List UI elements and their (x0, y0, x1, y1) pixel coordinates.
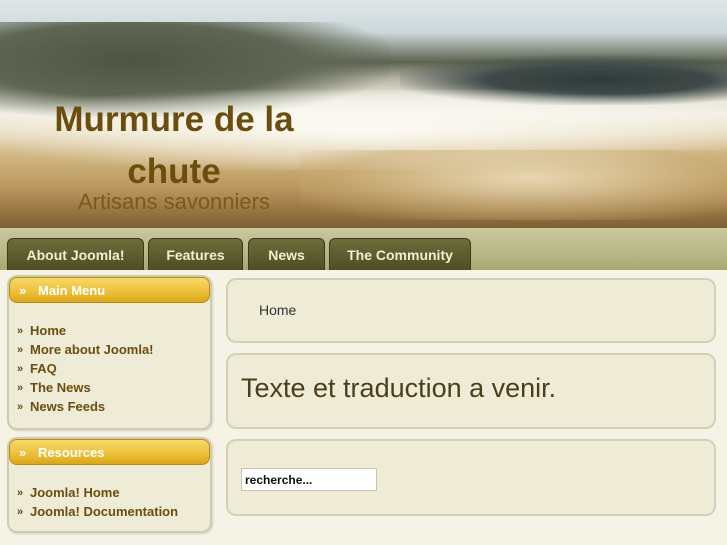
nav-item-news[interactable]: News (248, 238, 325, 270)
list-item: » Joomla! Documentation (17, 502, 178, 521)
breadcrumb-panel: Home (226, 278, 716, 343)
resources-module: » Resources » Joomla! Home » Joomla! Doc… (7, 437, 212, 533)
menu-link-news-feeds[interactable]: News Feeds (30, 399, 105, 414)
resources-list: » Joomla! Home » Joomla! Documentation (17, 483, 178, 521)
list-item: » Home (17, 321, 154, 340)
list-item: » News Feeds (17, 397, 154, 416)
chevron-right-icon: » (17, 324, 24, 337)
resources-header: » Resources (9, 439, 210, 465)
chevron-right-icon: » (17, 362, 24, 375)
top-navigation: About Joomla! Features News The Communit… (0, 228, 727, 270)
article-title: Texte et traduction a venir. (241, 373, 557, 403)
double-chevron-right-icon: » (19, 445, 27, 460)
menu-link-the-news[interactable]: The News (30, 380, 91, 395)
menu-link-joomla-documentation[interactable]: Joomla! Documentation (30, 504, 178, 519)
menu-link-home[interactable]: Home (30, 323, 66, 338)
list-item: » Joomla! Home (17, 483, 178, 502)
main-menu-list: » Home » More about Joomla! » FAQ » The … (17, 321, 154, 416)
site-subtitle: Artisans savonniers (78, 189, 270, 214)
header-terrace (300, 150, 727, 220)
list-item: » The News (17, 378, 154, 397)
main-menu-header: » Main Menu (9, 277, 210, 303)
main-menu-module: » Main Menu » Home » More about Joomla! … (7, 275, 212, 430)
article-panel: Texte et traduction a venir. (226, 353, 716, 429)
search-panel (226, 439, 716, 516)
chevron-right-icon: » (17, 505, 24, 518)
site-header: Murmure de la chute Artisans savonniers (0, 0, 727, 230)
chevron-right-icon: » (17, 486, 24, 499)
double-chevron-right-icon: » (19, 283, 27, 298)
site-title[interactable]: Murmure de la chute (38, 94, 310, 198)
nav-item-the-community[interactable]: The Community (329, 238, 471, 270)
nav-item-features[interactable]: Features (148, 238, 243, 270)
menu-link-more-about-joomla[interactable]: More about Joomla! (30, 342, 154, 357)
list-item: » More about Joomla! (17, 340, 154, 359)
chevron-right-icon: » (17, 400, 24, 413)
menu-link-joomla-home[interactable]: Joomla! Home (30, 485, 120, 500)
search-input[interactable] (241, 468, 377, 491)
main-menu-title: Main Menu (38, 282, 106, 298)
menu-link-faq[interactable]: FAQ (30, 361, 57, 376)
list-item: » FAQ (17, 359, 154, 378)
resources-title: Resources (38, 444, 105, 460)
nav-item-about-joomla[interactable]: About Joomla! (7, 238, 144, 270)
chevron-right-icon: » (17, 381, 24, 394)
chevron-right-icon: » (17, 343, 24, 356)
breadcrumb[interactable]: Home (259, 302, 296, 318)
